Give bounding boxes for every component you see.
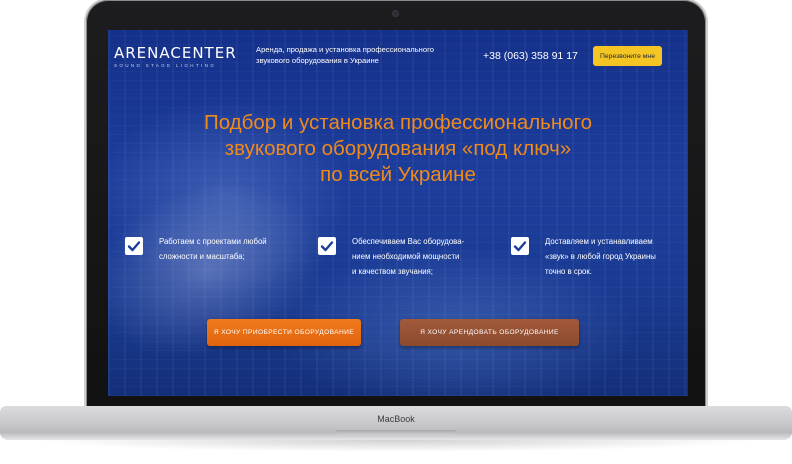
website-screen: ARENACENTER SOUND STAGE LIGHTING Аренда,…	[108, 30, 688, 396]
feature-text: Доставляем и устанавливаем «звук» в любо…	[545, 234, 688, 279]
callback-button[interactable]: Перезвоните мне	[593, 46, 662, 66]
hero-headline: Подбор и установка профессионального зву…	[108, 110, 688, 188]
laptop-opening-notch	[336, 430, 456, 435]
rent-equipment-button[interactable]: Я ХОЧУ АРЕНДОВАТЬ ОБОРУДОВАНИЕ	[400, 319, 579, 346]
feature-line: Доставляем и устанавливаем	[545, 237, 653, 246]
feature-line: «звук» в любой город Украины	[545, 252, 656, 261]
camera-icon	[393, 11, 398, 16]
site-logo[interactable]: ARENACENTER SOUND STAGE LIGHTING	[114, 44, 237, 68]
device-brand-label: MacBook	[377, 414, 415, 424]
logo-subtitle: SOUND STAGE LIGHTING	[114, 63, 217, 68]
tagline-line: звукового оборудования в Украине	[256, 56, 379, 65]
site-tagline: Аренда, продажа и установка профессионал…	[256, 44, 456, 66]
feature-line: точно в срок.	[545, 267, 592, 276]
feature-line: Работаем с проектами любой	[159, 237, 267, 246]
feature-line: Обеспечиваем Вас оборудова-	[352, 237, 465, 246]
logo-text: ARENACENTER	[114, 44, 237, 62]
headline-line: Подбор и установка профессионального	[203, 111, 593, 134]
tagline-line: Аренда, продажа и установка профессионал…	[256, 45, 434, 54]
feature-text: Работаем с проектами любой сложности и м…	[159, 234, 309, 264]
laptop-shadow	[30, 440, 762, 452]
feature-line: и качеством звучания;	[352, 267, 433, 276]
checkbox-icon	[125, 237, 143, 255]
headline-line: звукового оборудования «под ключ»	[224, 137, 572, 160]
phone-number-link[interactable]: +38 (063) 358 91 17	[483, 50, 578, 62]
feature-line: нием необходимой мощности	[352, 252, 460, 261]
feature-line: сложности и масштаба;	[159, 252, 245, 261]
checkbox-icon	[318, 237, 336, 255]
feature-text: Обеспечиваем Вас оборудова- нием необход…	[352, 234, 502, 279]
headline-line: по всей Украине	[320, 163, 476, 186]
buy-equipment-button[interactable]: Я ХОЧУ ПРИОБРЕСТИ ОБОРУДОВАНИЕ	[207, 319, 361, 346]
checkbox-icon	[511, 237, 529, 255]
